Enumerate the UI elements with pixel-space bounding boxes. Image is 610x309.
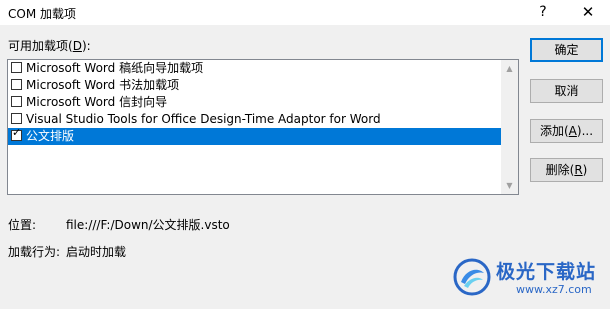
checkmark-icon: ✓: [12, 126, 22, 139]
list-item[interactable]: Microsoft Word 书法加载项: [8, 77, 502, 94]
remove-label-suffix: ): [582, 163, 588, 177]
list-item[interactable]: Microsoft Word 信封向导: [8, 94, 502, 111]
addin-label: Microsoft Word 稿纸向导加载项: [26, 61, 204, 75]
add-label-prefix: 添加(: [539, 124, 569, 138]
remove-access-key: R: [574, 163, 583, 177]
help-icon[interactable]: ?: [533, 3, 553, 21]
label-suffix: ):: [81, 39, 91, 53]
label-access-key: D: [72, 39, 82, 53]
addins-list-label: 可用加载项(D):: [8, 37, 91, 54]
add-label-suffix: )...: [576, 124, 594, 138]
list-scrollbar[interactable]: ▲ ▼: [501, 60, 518, 194]
label-prefix: 可用加载项(: [8, 39, 73, 53]
add-access-key: A: [568, 124, 577, 138]
addins-list-items: Microsoft Word 稿纸向导加载项 Microsoft Word 书法加…: [8, 60, 502, 145]
remove-button[interactable]: 删除(R): [530, 158, 603, 182]
cancel-button[interactable]: 取消: [530, 79, 603, 103]
list-item[interactable]: Visual Studio Tools for Office Design-Ti…: [8, 111, 502, 128]
watermark: 极光下载站 www.xz7.com: [452, 255, 602, 301]
addins-listbox[interactable]: Microsoft Word 稿纸向导加载项 Microsoft Word 书法加…: [7, 59, 519, 195]
location-value: file:///F:/Down/公文排版.vsto: [66, 218, 230, 232]
ok-label: 确定: [554, 43, 579, 57]
addin-label: Microsoft Word 信封向导: [26, 95, 168, 109]
scroll-up-icon[interactable]: ▲: [501, 60, 518, 77]
window-title: COM 加载项: [8, 7, 76, 21]
addin-label: Visual Studio Tools for Office Design-Ti…: [26, 112, 381, 126]
addin-checkbox[interactable]: ✓: [11, 126, 22, 141]
location-label: 位置:: [8, 218, 37, 232]
aurora-logo-icon: [453, 258, 491, 296]
addin-label: 公文排版: [26, 129, 75, 143]
remove-label-prefix: 删除(: [545, 163, 575, 177]
addin-checkbox[interactable]: [11, 62, 22, 73]
addin-checkbox[interactable]: [11, 96, 22, 107]
watermark-url: www.xz7.com: [516, 283, 592, 296]
list-item[interactable]: Microsoft Word 稿纸向导加载项: [8, 60, 502, 77]
addin-label: Microsoft Word 书法加载项: [26, 78, 180, 92]
load-behavior-label: 加载行为:: [8, 245, 61, 259]
ok-button[interactable]: 确定: [530, 38, 603, 62]
addin-checkbox[interactable]: [11, 79, 22, 90]
list-item[interactable]: ✓ 公文排版: [8, 126, 502, 145]
cancel-label: 取消: [554, 84, 579, 98]
title-bar: COM 加载项 ? ✕: [0, 0, 610, 25]
add-button[interactable]: 添加(A)...: [530, 119, 603, 143]
addin-checkbox[interactable]: [11, 113, 22, 124]
close-icon[interactable]: ✕: [578, 3, 598, 21]
watermark-site-name: 极光下载站: [496, 261, 597, 283]
load-behavior-value: 启动时加载: [66, 245, 127, 259]
scroll-down-icon[interactable]: ▼: [501, 177, 518, 194]
